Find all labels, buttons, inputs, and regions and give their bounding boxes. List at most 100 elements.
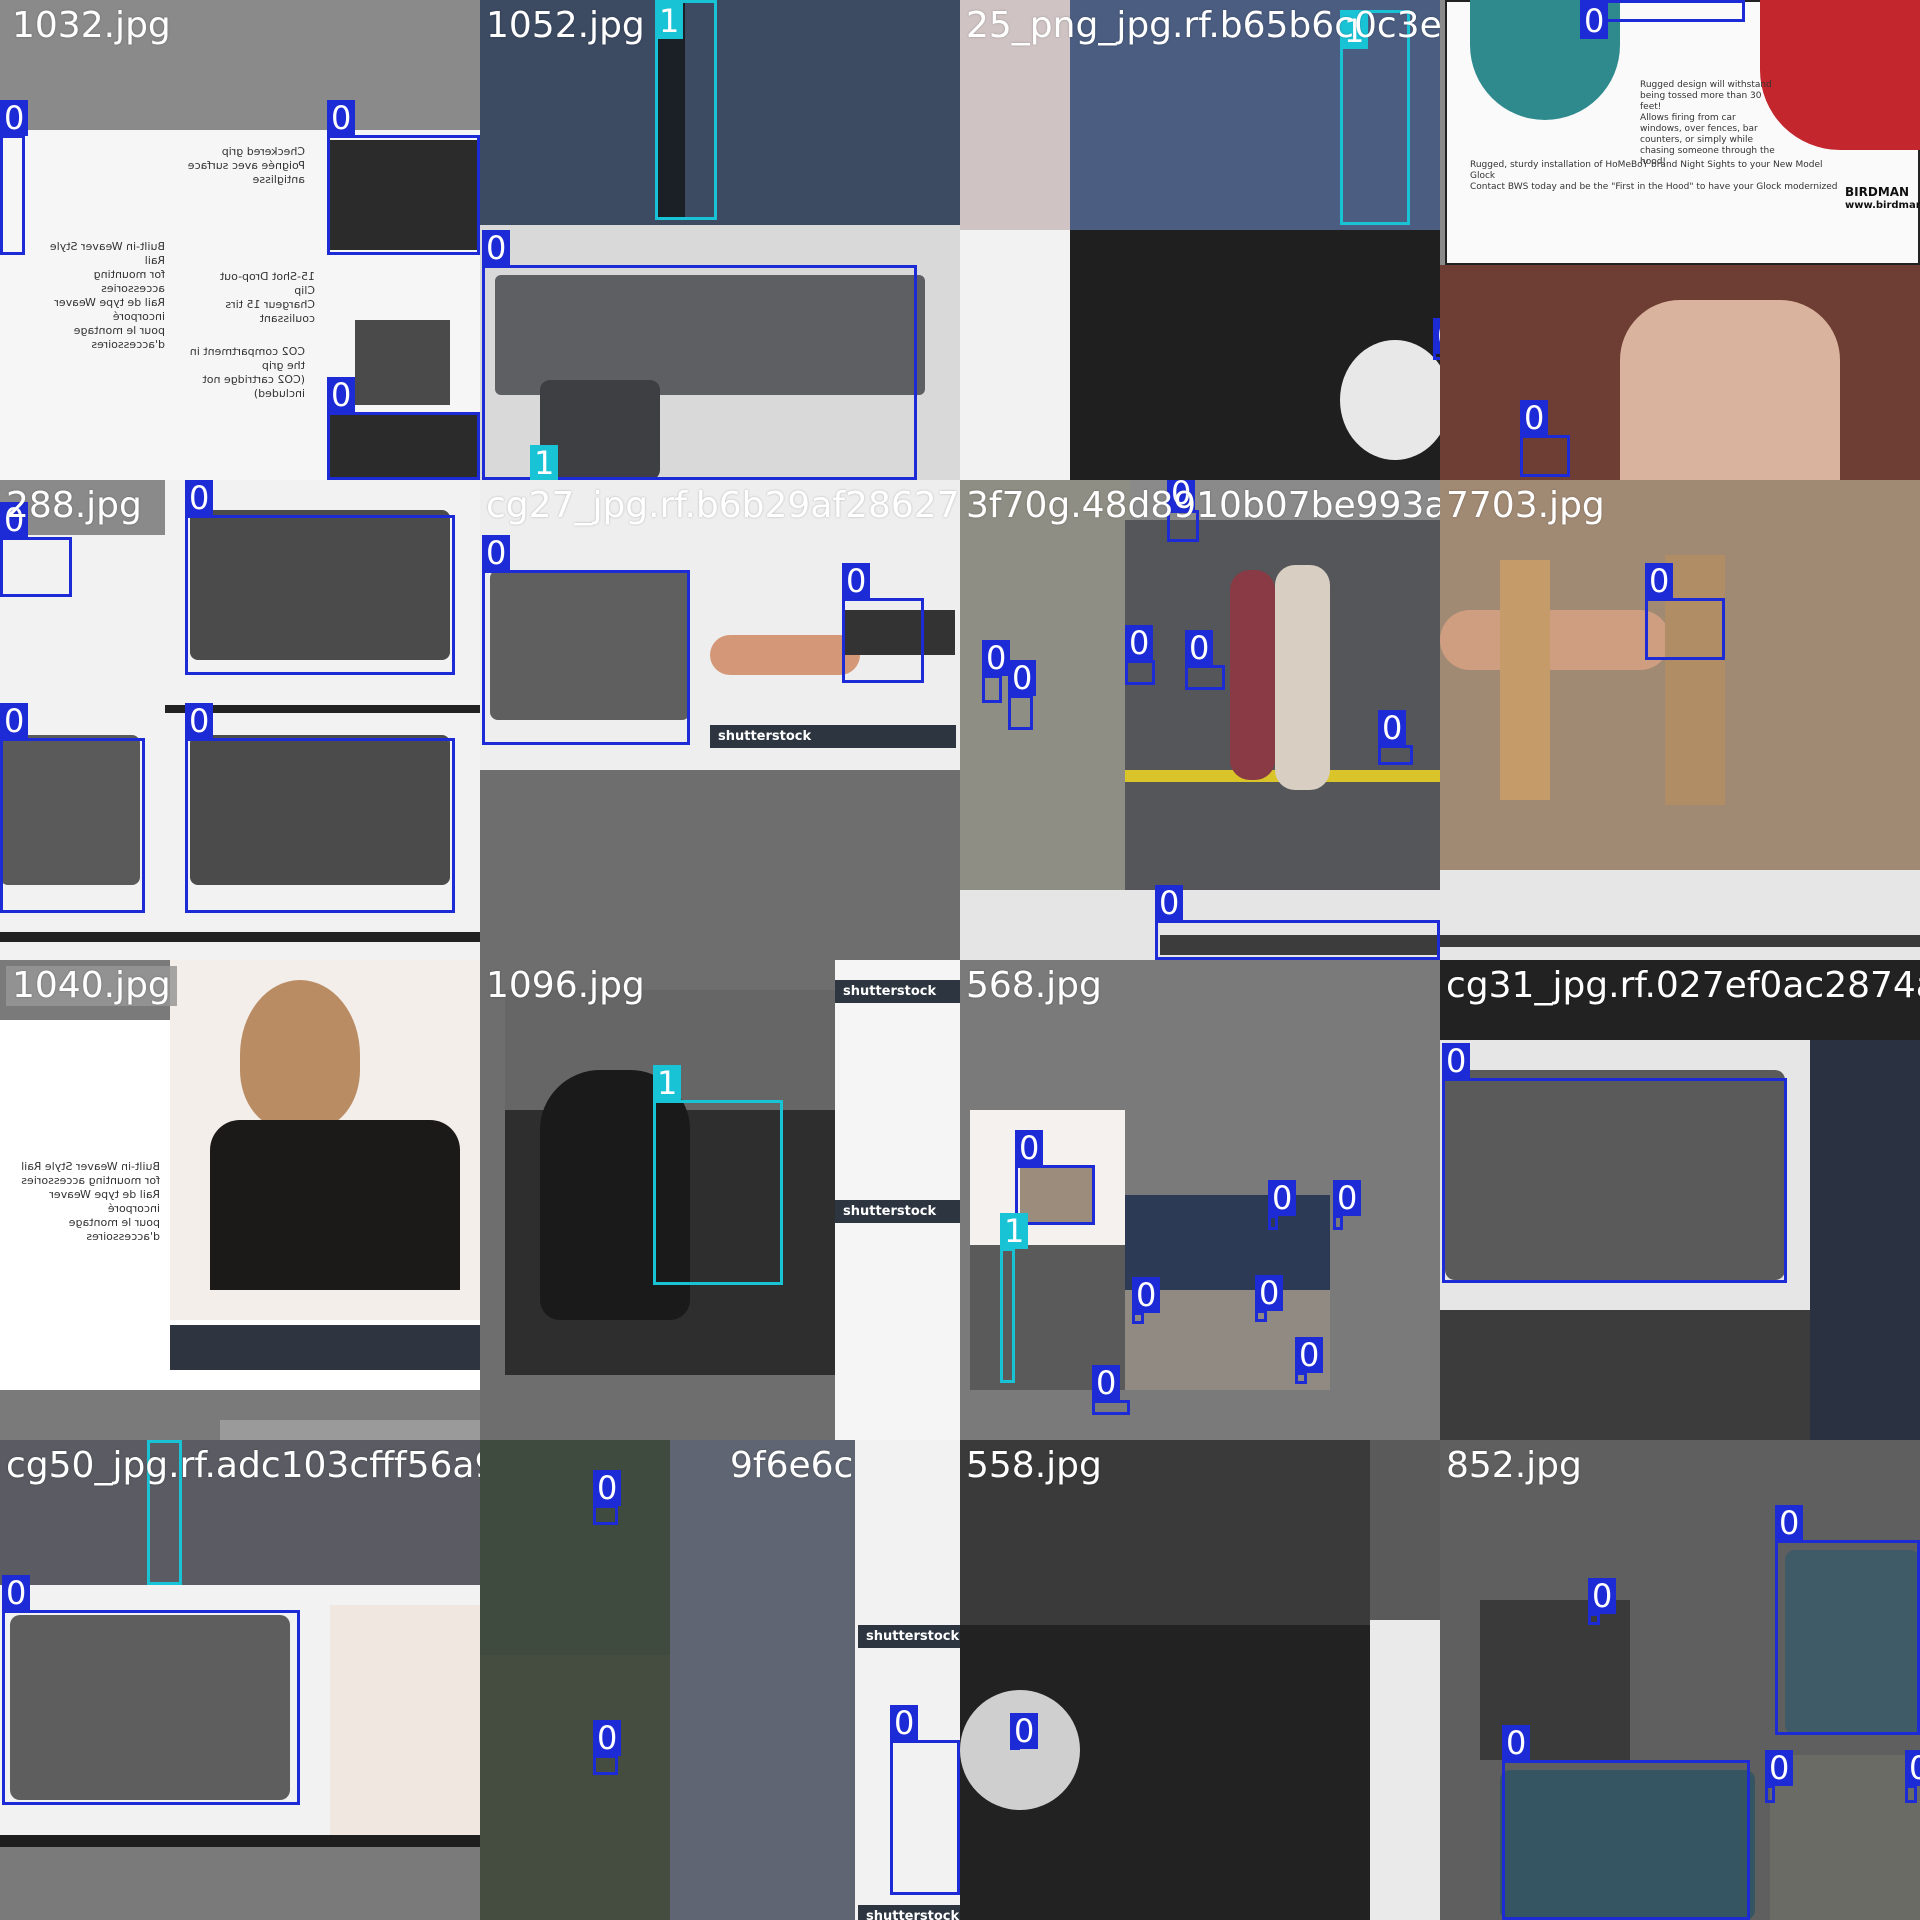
photo xyxy=(710,635,860,675)
class-label: 1 xyxy=(147,1440,176,1441)
text-block: Checkered grip Poignée avec surface antig… xyxy=(187,145,305,186)
photo xyxy=(170,1325,480,1370)
photo xyxy=(670,1440,855,1655)
class-label: 1 xyxy=(655,3,684,39)
bounding-box: 0 xyxy=(1125,625,1155,685)
mosaic-tile: Checkered grip Poignée avec surface antig… xyxy=(0,0,480,480)
bounding-box: 0 xyxy=(1765,1750,1794,1803)
class-label: 0 xyxy=(1378,710,1407,746)
bounding-box: 0 xyxy=(1502,1725,1750,1920)
watermark: shutterstock xyxy=(858,1625,960,1648)
bounding-box: 0 xyxy=(327,377,480,480)
photo xyxy=(960,1440,1370,1625)
bounding-box: 0 xyxy=(842,563,924,683)
class-label: 1 xyxy=(1340,13,1369,49)
mosaic-tile: cg31_jpg.rf.027ef0ac2874ac 0 xyxy=(1440,960,1920,1440)
tile-filename: 1032.jpg xyxy=(12,5,171,46)
class-label: 1 xyxy=(653,1065,682,1101)
class-label: 0 xyxy=(1132,1277,1161,1313)
class-label: 0 xyxy=(1645,563,1674,599)
mosaic-tile: shutterstock shutterstock 1096.jpg 1 xyxy=(480,960,960,1440)
bounding-box: 0 xyxy=(1008,660,1037,730)
bounding-box: 0 xyxy=(1268,1180,1297,1230)
class-label: 0 xyxy=(1255,1275,1284,1311)
class-label: 0 xyxy=(327,377,356,413)
text-block: Rugged design will withstand being tosse… xyxy=(1640,80,1775,167)
mosaic-grid: Checkered grip Poignée avec surface antig… xyxy=(0,0,1920,1920)
photo xyxy=(0,1440,480,1585)
bounding-box: 0 xyxy=(327,100,480,255)
bounding-box: 0 xyxy=(1333,1180,1362,1230)
bounding-box: 0 xyxy=(1185,630,1225,690)
text-block: Built-in Weaver Style Rail for mounting a… xyxy=(49,240,165,351)
photo xyxy=(0,932,480,942)
photo xyxy=(1230,570,1275,780)
class-label: 0 xyxy=(1442,1043,1471,1079)
photo xyxy=(1275,565,1330,790)
photo xyxy=(240,980,360,1130)
bounding-box: 1 xyxy=(655,0,717,220)
class-label: 0 xyxy=(1155,885,1184,921)
watermark: shutterstock xyxy=(710,725,956,748)
bounding-box: 0 xyxy=(982,640,1011,703)
bounding-box: 0 xyxy=(1905,1750,1920,1803)
photo xyxy=(1620,300,1840,480)
mosaic-tile: 25_png_jpg.rf.b65b6c0c3e3b9817fbad660bf3… xyxy=(960,0,1440,480)
tile-filename: 852.jpg xyxy=(1446,1445,1582,1486)
class-label: 0 xyxy=(1588,1578,1617,1614)
bounding-box: 0 xyxy=(1378,710,1413,765)
bounding-box: 0 xyxy=(0,502,72,597)
mosaic-tile: 288.jpg 0 0 0 0 xyxy=(0,480,480,960)
bounding-box: 0 xyxy=(1167,480,1199,542)
photo xyxy=(960,1690,1080,1810)
class-label: 0 xyxy=(1580,3,1609,39)
class-label: 0 xyxy=(593,1720,622,1756)
photo xyxy=(0,1835,480,1847)
mosaic-tile: 852.jpg 0 0 0 0 0 xyxy=(1440,1440,1920,1920)
mosaic-tile: 7703.jpg 0 xyxy=(1440,480,1920,960)
bounding-box: 0 xyxy=(1132,1277,1161,1324)
bounding-box: 0 xyxy=(482,535,690,745)
bounding-box: 0 xyxy=(1433,318,1440,360)
class-label: 0 xyxy=(1333,1180,1362,1216)
bounding-box: 0 xyxy=(185,703,455,913)
class-label: 0 xyxy=(1765,1750,1794,1786)
photo xyxy=(1500,560,1550,800)
class-label: 0 xyxy=(327,100,356,136)
class-label: 0 xyxy=(482,230,511,266)
class-label: 0 xyxy=(890,1705,919,1741)
watermark: shutterstock xyxy=(835,980,960,1003)
bounding-box: 0 xyxy=(1255,1275,1284,1322)
bounding-box: 0 xyxy=(1775,1505,1920,1735)
photo xyxy=(210,1120,460,1290)
class-label: 1 xyxy=(530,445,559,480)
class-label: 0 xyxy=(1092,1365,1121,1401)
bounding-box: 0 xyxy=(0,703,145,913)
watermark: shutterstock xyxy=(858,1905,960,1920)
photo xyxy=(1440,935,1920,947)
bounding-box: 0 xyxy=(1588,1578,1617,1625)
bounding-box: 0 xyxy=(1580,0,1745,39)
tile-filename: 568.jpg xyxy=(966,965,1102,1006)
class-label: 0 xyxy=(2,1575,31,1611)
mosaic-tile: 558.jpg 0 xyxy=(960,1440,1440,1920)
bounding-box: 1 xyxy=(653,1065,783,1285)
bounding-box: 0 xyxy=(890,1705,960,1895)
photo xyxy=(1440,1310,1810,1440)
class-label: 0 xyxy=(1502,1725,1531,1761)
class-label: 0 xyxy=(1125,625,1154,661)
text-block: CO2 compartment in the grip (CO2 cartridg… xyxy=(189,345,305,400)
photo xyxy=(1340,340,1440,460)
photo xyxy=(670,1655,855,1920)
photo xyxy=(960,0,1070,230)
class-label: 0 xyxy=(1008,660,1037,696)
class-label: 1 xyxy=(1000,1213,1029,1249)
mosaic-tile: cg50_jpg.rf.adc103cfff56a91 1 0 xyxy=(0,1440,480,1920)
watermark: shutterstock xyxy=(835,1200,960,1223)
bounding-box: 0 xyxy=(1295,1337,1324,1384)
class-label: 0 xyxy=(1167,480,1196,511)
tile-filename: cg31_jpg.rf.027ef0ac2874ac xyxy=(1446,965,1920,1006)
bounding-box: 1 xyxy=(1340,10,1410,225)
mosaic-tile: Rugged design will withstand being tosse… xyxy=(1440,0,1920,480)
class-label: 0 xyxy=(185,480,214,516)
